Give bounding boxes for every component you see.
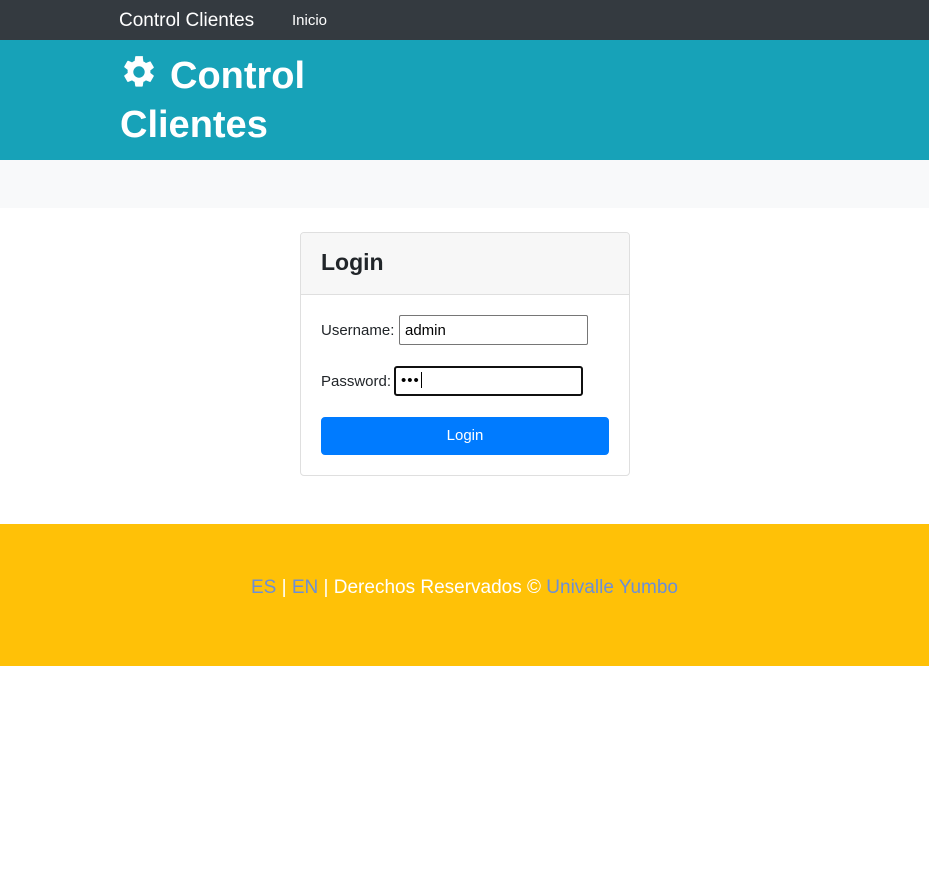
hero-banner: Control Clientes [0,40,929,160]
navbar-brand[interactable]: Control Clientes [119,9,254,33]
login-button[interactable]: Login [321,417,609,455]
org-link[interactable]: Univalle Yumbo [546,577,678,598]
gear-icon [124,56,154,87]
nav-link-inicio[interactable]: Inicio [292,11,327,31]
password-input[interactable]: ••• [394,366,583,396]
login-card-header: Login [301,233,629,295]
subheader-strip [0,160,929,208]
page-title: Control Clientes [120,52,380,150]
password-masked-value: ••• [401,372,420,389]
username-input[interactable] [399,315,588,345]
lang-en-link[interactable]: EN [292,577,318,598]
lang-es-link[interactable]: ES [251,577,276,598]
footer-separator: | [276,577,292,598]
username-label: Username: [321,322,395,339]
footer-text: ES | EN | Derechos Reservados © Univalle… [0,576,929,600]
top-navbar: Control Clientes Inicio [0,0,929,40]
login-card-title: Login [321,249,384,275]
password-label: Password: [321,373,392,390]
footer: ES | EN | Derechos Reservados © Univalle… [0,524,929,666]
footer-rights-text: | Derechos Reservados © [318,577,547,598]
text-caret [420,372,422,388]
login-card: Login Username: Password: ••• Login [300,232,630,476]
